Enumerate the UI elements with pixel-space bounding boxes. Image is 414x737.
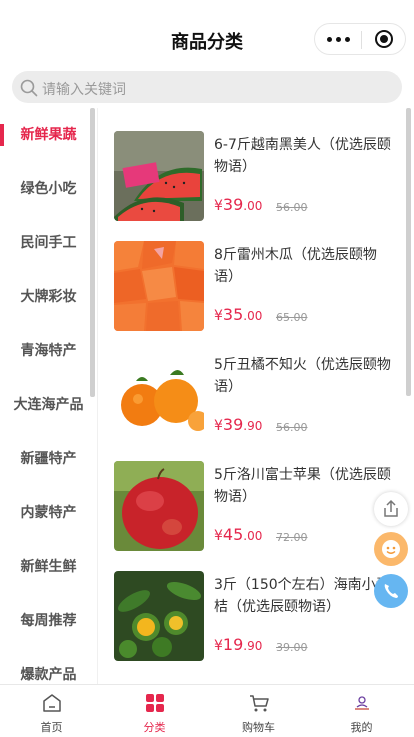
customer-service-button[interactable] bbox=[374, 532, 408, 566]
sidebar-item-inner-mongolia[interactable]: 内蒙特产 bbox=[0, 486, 97, 540]
sidebar-item-xinjiang[interactable]: 新疆特产 bbox=[0, 432, 97, 486]
product-card[interactable]: 8斤雷州木瓜（优选辰颐物语） ¥35.00 65.00 bbox=[114, 241, 402, 331]
search-bar[interactable]: 请输入关键词 bbox=[12, 71, 402, 103]
sidebar-item-fresh-food[interactable]: 新鲜生鲜 bbox=[0, 540, 97, 594]
product-image-kumquat[interactable] bbox=[114, 571, 204, 661]
chat-icon bbox=[382, 540, 400, 558]
mini-program-capsule bbox=[314, 23, 406, 55]
product-card[interactable]: 6-7斤越南黑美人（优选辰颐物语） ¥39.00 56.00 bbox=[114, 131, 402, 221]
product-original-price: 65.00 bbox=[276, 311, 308, 324]
nav-bar: 商品分类 bbox=[0, 0, 414, 64]
tab-profile[interactable]: 我的 bbox=[310, 685, 413, 737]
search-input[interactable]: 请输入关键词 bbox=[42, 79, 126, 99]
product-price: ¥19.90 bbox=[214, 635, 263, 654]
product-card[interactable]: 5斤丑橘不知火（优选辰颐物语） ¥39.90 56.00 bbox=[114, 351, 402, 441]
share-icon bbox=[384, 499, 398, 517]
capsule-divider bbox=[361, 31, 362, 49]
product-price: ¥45.00 bbox=[214, 525, 263, 544]
product-list: 6-7斤越南黑美人（优选辰颐物语） ¥39.00 56.00 8斤雷州木瓜（优选… bbox=[100, 108, 414, 684]
sidebar-item-handicrafts[interactable]: 民间手工 bbox=[0, 216, 97, 270]
product-name[interactable]: 5斤丑橘不知火（优选辰颐物语） bbox=[214, 354, 394, 398]
sidebar-item-snacks[interactable]: 绿色小吃 bbox=[0, 162, 97, 216]
product-image-orange[interactable] bbox=[114, 351, 204, 441]
phone-icon bbox=[384, 584, 398, 598]
sidebar-item-fresh-produce[interactable]: 新鲜果蔬 bbox=[0, 108, 97, 162]
sidebar-item-cosmetics[interactable]: 大牌彩妆 bbox=[0, 270, 97, 324]
tab-category[interactable]: 分类 bbox=[103, 685, 206, 737]
sidebar-item-hot-items[interactable]: 爆款产品 bbox=[0, 648, 97, 684]
tab-label: 首页 bbox=[40, 721, 63, 734]
product-card[interactable]: 3斤（150个左右）海南小青桔（优选辰颐物语） ¥19.90 39.00 bbox=[114, 571, 402, 661]
tab-label: 购物车 bbox=[242, 721, 275, 734]
product-price: ¥35.00 bbox=[214, 305, 263, 324]
search-icon bbox=[20, 79, 38, 97]
home-icon bbox=[43, 694, 61, 712]
product-card[interactable]: 5斤洛川富士苹果（优选辰颐物语） ¥45.00 72.00 bbox=[114, 461, 402, 551]
product-image-apple[interactable] bbox=[114, 461, 204, 551]
product-original-price: 39.00 bbox=[276, 641, 308, 654]
product-name[interactable]: 8斤雷州木瓜（优选辰颐物语） bbox=[214, 244, 394, 288]
close-mini-program-icon[interactable] bbox=[375, 30, 393, 48]
product-name[interactable]: 3斤（150个左右）海南小青桔（优选辰颐物语） bbox=[214, 574, 394, 618]
tab-home[interactable]: 首页 bbox=[0, 685, 103, 737]
share-button[interactable] bbox=[374, 492, 408, 526]
product-price: ¥39.90 bbox=[214, 415, 263, 434]
product-image-watermelon[interactable] bbox=[114, 131, 204, 221]
profile-icon bbox=[355, 696, 369, 710]
tab-bar: 首页 分类 购物车 我的 bbox=[0, 684, 414, 736]
product-name[interactable]: 5斤洛川富士苹果（优选辰颐物语） bbox=[214, 464, 394, 508]
call-button[interactable] bbox=[374, 574, 408, 608]
product-list-scrollbar[interactable] bbox=[406, 108, 411, 396]
product-price: ¥39.00 bbox=[214, 195, 263, 214]
cart-icon bbox=[250, 695, 269, 712]
product-image-papaya[interactable] bbox=[114, 241, 204, 331]
product-original-price: 56.00 bbox=[276, 201, 308, 214]
sidebar-item-weekly-picks[interactable]: 每周推荐 bbox=[0, 594, 97, 648]
sidebar-scrollbar[interactable] bbox=[90, 108, 95, 397]
tab-label: 分类 bbox=[143, 721, 166, 734]
product-original-price: 56.00 bbox=[276, 421, 308, 434]
category-icon bbox=[146, 694, 164, 712]
sidebar-item-dalian-seafood[interactable]: 大连海产品 bbox=[0, 378, 97, 432]
category-sidebar: 新鲜果蔬 绿色小吃 民间手工 大牌彩妆 青海特产 大连海产品 新疆特产 内蒙特产… bbox=[0, 108, 98, 684]
sidebar-item-qinghai[interactable]: 青海特产 bbox=[0, 324, 97, 378]
tab-cart[interactable]: 购物车 bbox=[207, 685, 310, 737]
product-name[interactable]: 6-7斤越南黑美人（优选辰颐物语） bbox=[214, 134, 394, 178]
tab-label: 我的 bbox=[350, 721, 373, 734]
more-icon[interactable] bbox=[327, 33, 351, 45]
product-original-price: 72.00 bbox=[276, 531, 308, 544]
